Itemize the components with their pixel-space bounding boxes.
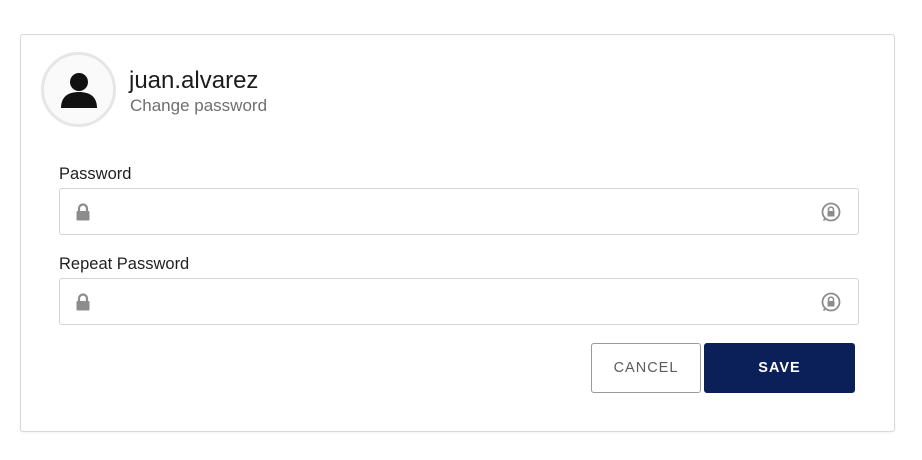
lock-icon (76, 203, 90, 221)
password-input[interactable] (104, 189, 814, 234)
password-field[interactable] (59, 188, 859, 235)
repeat-password-input[interactable] (104, 279, 814, 324)
change-password-card: juan.alvarez Change password Password Re… (20, 34, 895, 432)
page-subtitle: Change password (130, 96, 268, 115)
password-label: Password (59, 165, 132, 183)
repeat-password-field[interactable] (59, 278, 859, 325)
repeat-password-label: Repeat Password (59, 255, 190, 273)
save-button[interactable]: SAVE (704, 343, 855, 393)
lock-icon (76, 293, 90, 311)
visibility-toggle-icon[interactable] (820, 291, 842, 313)
username: juan.alvarez (129, 67, 259, 94)
avatar (41, 52, 116, 127)
visibility-toggle-icon[interactable] (820, 201, 842, 223)
cancel-button[interactable]: CANCEL (591, 343, 701, 393)
user-silhouette-icon (60, 72, 97, 108)
